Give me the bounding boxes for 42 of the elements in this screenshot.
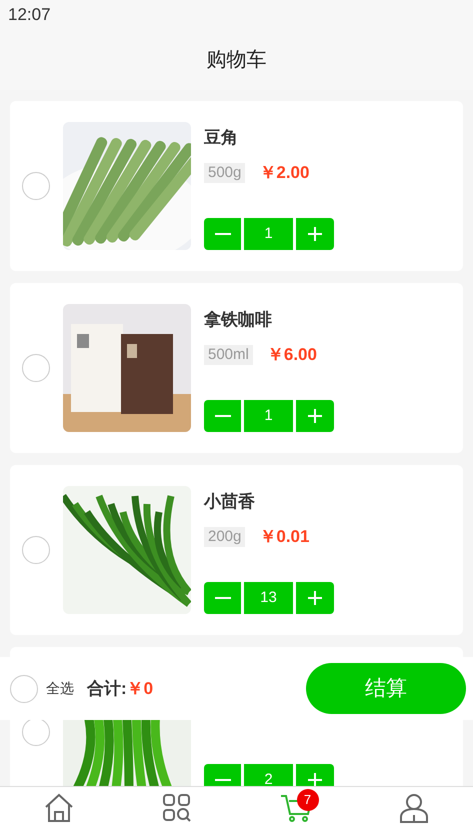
minus-button[interactable]: [204, 582, 241, 614]
product-name: 小茴香: [204, 491, 256, 513]
home-icon: [43, 793, 76, 823]
cart-count-badge: 7: [296, 789, 318, 811]
plus-icon: [307, 408, 323, 424]
product-name: 拿铁咖啡: [204, 309, 273, 331]
spec-tag: 200g: [204, 526, 246, 547]
checkout-button[interactable]: 结算: [306, 663, 466, 714]
radio-button[interactable]: [22, 720, 50, 746]
plus-button[interactable]: [296, 582, 334, 614]
grid-search-icon: [162, 793, 192, 823]
minus-icon: [214, 779, 230, 781]
radio-button[interactable]: [22, 536, 50, 564]
quantity-field[interactable]: 2: [244, 764, 293, 786]
radio-button[interactable]: [22, 172, 50, 200]
spec-tag: 500ml: [204, 344, 253, 365]
user-icon: [398, 793, 429, 823]
price: ￥0.01: [259, 526, 310, 548]
minus-button[interactable]: [204, 218, 241, 250]
minus-icon: [214, 597, 230, 599]
minus-icon: [214, 233, 230, 235]
page-title: 购物车: [206, 48, 266, 73]
status-time: 12:07: [8, 4, 51, 26]
minus-icon: [214, 415, 230, 417]
radio-button[interactable]: [22, 354, 50, 382]
total-amount: ￥0: [126, 678, 154, 700]
product-name: 豆角: [204, 127, 239, 149]
quantity-field[interactable]: 13: [244, 582, 293, 614]
plus-button[interactable]: [296, 218, 334, 250]
total-label: 合计:: [87, 678, 127, 700]
plus-icon: [307, 590, 323, 606]
spec-tag: 500g: [204, 162, 246, 183]
radio-button[interactable]: [10, 674, 38, 702]
quantity-field[interactable]: 1: [244, 218, 293, 250]
select-all-label[interactable]: 全选: [46, 678, 74, 699]
plus-icon: [307, 226, 323, 242]
plus-button[interactable]: [296, 400, 334, 432]
minus-button[interactable]: [204, 400, 241, 432]
quantity-field[interactable]: 1: [244, 400, 293, 432]
cart-icon: [280, 793, 312, 823]
price: ￥2.00: [259, 162, 310, 184]
price: ￥6.00: [266, 344, 317, 366]
